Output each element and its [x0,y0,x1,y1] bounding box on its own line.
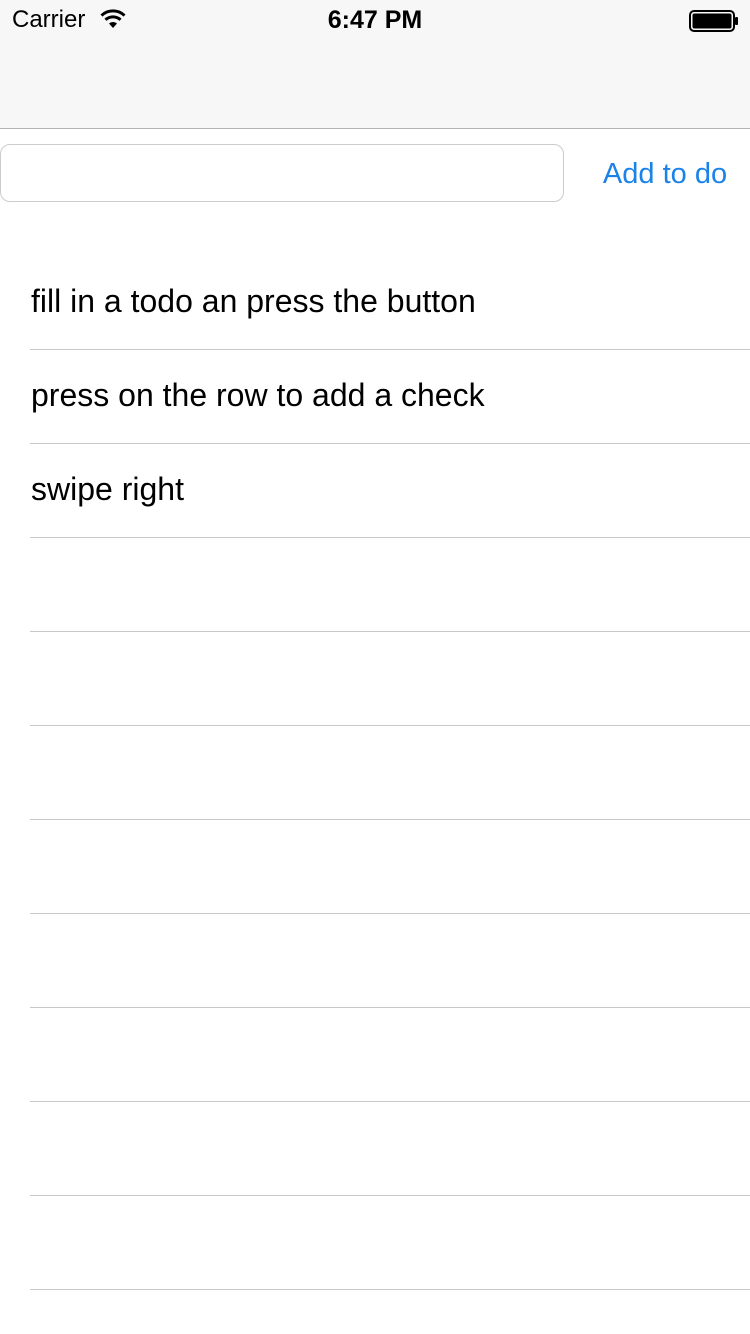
todo-row-label: swipe right [31,471,184,507]
todo-row[interactable] [0,538,750,632]
battery-icon [689,10,738,32]
todo-row[interactable] [0,1008,750,1102]
status-bar: Carrier 6:47 PM [0,0,750,40]
navigation-bar: Carrier 6:47 PM [0,0,750,129]
todo-row[interactable] [0,632,750,726]
todo-row[interactable]: swipe right [0,444,750,538]
todo-list: fill in a todo an press the button press … [0,256,750,1290]
todo-row[interactable] [0,914,750,1008]
todo-input[interactable] [0,144,564,202]
todo-row[interactable]: fill in a todo an press the button [0,256,750,350]
status-time: 6:47 PM [327,6,423,34]
todo-row-label: press on the row to add a check [31,377,485,413]
todo-row[interactable]: press on the row to add a check [0,350,750,444]
todo-row[interactable] [0,1196,750,1290]
todo-row-label: fill in a todo an press the button [31,283,476,319]
todo-row[interactable] [0,1102,750,1196]
todo-row[interactable] [0,726,750,820]
add-to-do-button[interactable]: Add to do [588,150,742,198]
todo-row[interactable] [0,820,750,914]
